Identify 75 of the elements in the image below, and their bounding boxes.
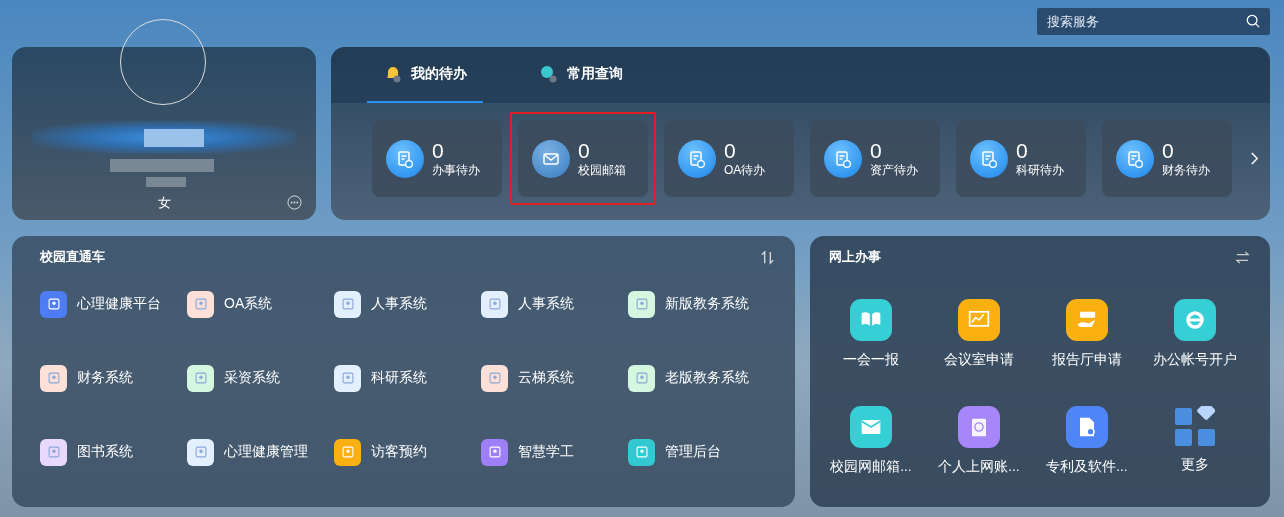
app-icon[interactable]: [334, 364, 361, 392]
count-text: 0: [1162, 139, 1175, 162]
count-text: 0: [724, 139, 737, 162]
more-icon[interactable]: [287, 195, 302, 210]
apps-grid-icon[interactable]: [1175, 406, 1215, 446]
search-field[interactable]: 搜索服务: [1037, 8, 1270, 35]
app-icon[interactable]: [40, 364, 67, 392]
app-icon[interactable]: [187, 364, 214, 392]
service-icon[interactable]: [1174, 299, 1216, 341]
todo-card[interactable]: 0 财务待办: [1102, 120, 1232, 197]
app-link[interactable]: 人事系统: [518, 295, 574, 313]
todo-card[interactable]: 0 OA待办: [664, 120, 794, 197]
app-link[interactable]: 智慧学工: [518, 443, 574, 461]
label-text: OA待办: [724, 161, 766, 178]
sort-icon[interactable]: [760, 249, 775, 265]
service-icon[interactable]: [958, 299, 1000, 341]
service-icon[interactable]: [1066, 299, 1108, 341]
app-icon[interactable]: [481, 364, 508, 392]
todo-card[interactable]: 0 办事待办: [372, 120, 502, 197]
label-text: 校园邮箱: [578, 161, 626, 178]
app-icon[interactable]: [628, 364, 655, 392]
service-link[interactable]: 报告厅申请: [1052, 351, 1122, 369]
app-link[interactable]: 访客预约: [371, 443, 427, 461]
count-text: 0: [870, 139, 883, 162]
service-link[interactable]: 个人上网账...: [938, 458, 1020, 476]
label-text: 科研待办: [1016, 161, 1064, 178]
app-link[interactable]: 心理健康管理: [224, 443, 308, 461]
count-text: 0: [1016, 139, 1029, 162]
swap-icon[interactable]: [1235, 249, 1250, 265]
app-icon[interactable]: [481, 290, 508, 318]
tab[interactable]: 常用查询: [523, 47, 639, 103]
service-link[interactable]: 校园网邮箱...: [830, 458, 912, 476]
count-text: 0: [432, 139, 445, 162]
app-link[interactable]: 图书系统: [77, 443, 133, 461]
service-icon[interactable]: [850, 406, 892, 448]
app-link[interactable]: 心理健康平台: [77, 295, 161, 313]
app-link[interactable]: 采资系统: [224, 369, 280, 387]
id-redacted: [146, 177, 186, 187]
app-link[interactable]: 云梯系统: [518, 369, 574, 387]
panel-title: 网上办事: [829, 248, 881, 266]
app-icon[interactable]: [334, 290, 361, 318]
app-link[interactable]: 人事系统: [371, 295, 427, 313]
app-icon[interactable]: [40, 438, 67, 466]
app-link[interactable]: 新版教务系统: [665, 295, 749, 313]
app-link[interactable]: 管理后台: [665, 443, 721, 461]
todo-card[interactable]: 0 资产待办: [810, 120, 940, 197]
gender-text: 女: [157, 194, 171, 212]
label-text: 办事待办: [432, 161, 480, 178]
app-link[interactable]: 财务系统: [77, 369, 133, 387]
service-link[interactable]: 专利及软件...: [1046, 458, 1128, 476]
search-icon[interactable]: [1246, 14, 1260, 28]
service-icon[interactable]: [850, 299, 892, 341]
service-icon[interactable]: [958, 406, 1000, 448]
panel-title: 校园直通车: [40, 248, 105, 266]
service-link[interactable]: 会议室申请: [944, 351, 1014, 369]
app-link[interactable]: 老版教务系统: [665, 369, 749, 387]
tab[interactable]: 我的待办: [367, 47, 483, 103]
app-icon[interactable]: [481, 438, 508, 466]
label-text: 财务待办: [1162, 161, 1210, 178]
app-icon[interactable]: [187, 438, 214, 466]
service-link[interactable]: 办公帐号开户: [1153, 351, 1237, 369]
service-link[interactable]: 一会一报: [843, 351, 899, 369]
todo-card[interactable]: 0 校园邮箱: [518, 120, 648, 197]
app-icon[interactable]: [334, 438, 361, 466]
todo-card[interactable]: 0 科研待办: [956, 120, 1086, 197]
app-link[interactable]: OA系统: [224, 295, 273, 313]
label-text: 资产待办: [870, 161, 918, 178]
app-icon[interactable]: [40, 290, 67, 318]
service-link[interactable]: 更多: [1181, 456, 1209, 474]
app-icon[interactable]: [628, 290, 655, 318]
app-icon[interactable]: [187, 290, 214, 318]
app-link[interactable]: 科研系统: [371, 369, 427, 387]
app-icon[interactable]: [628, 438, 655, 466]
count-text: 0: [578, 139, 591, 162]
service-icon[interactable]: [1066, 406, 1108, 448]
